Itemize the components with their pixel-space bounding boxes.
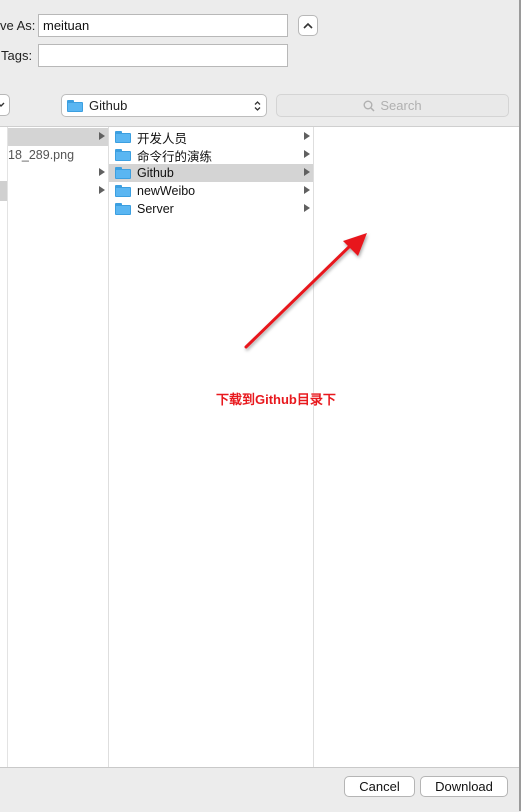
download-button[interactable]: Download (420, 776, 508, 797)
annotation-text: 下载到Github目录下 (216, 392, 336, 407)
cancel-button[interactable]: Cancel (344, 776, 415, 797)
